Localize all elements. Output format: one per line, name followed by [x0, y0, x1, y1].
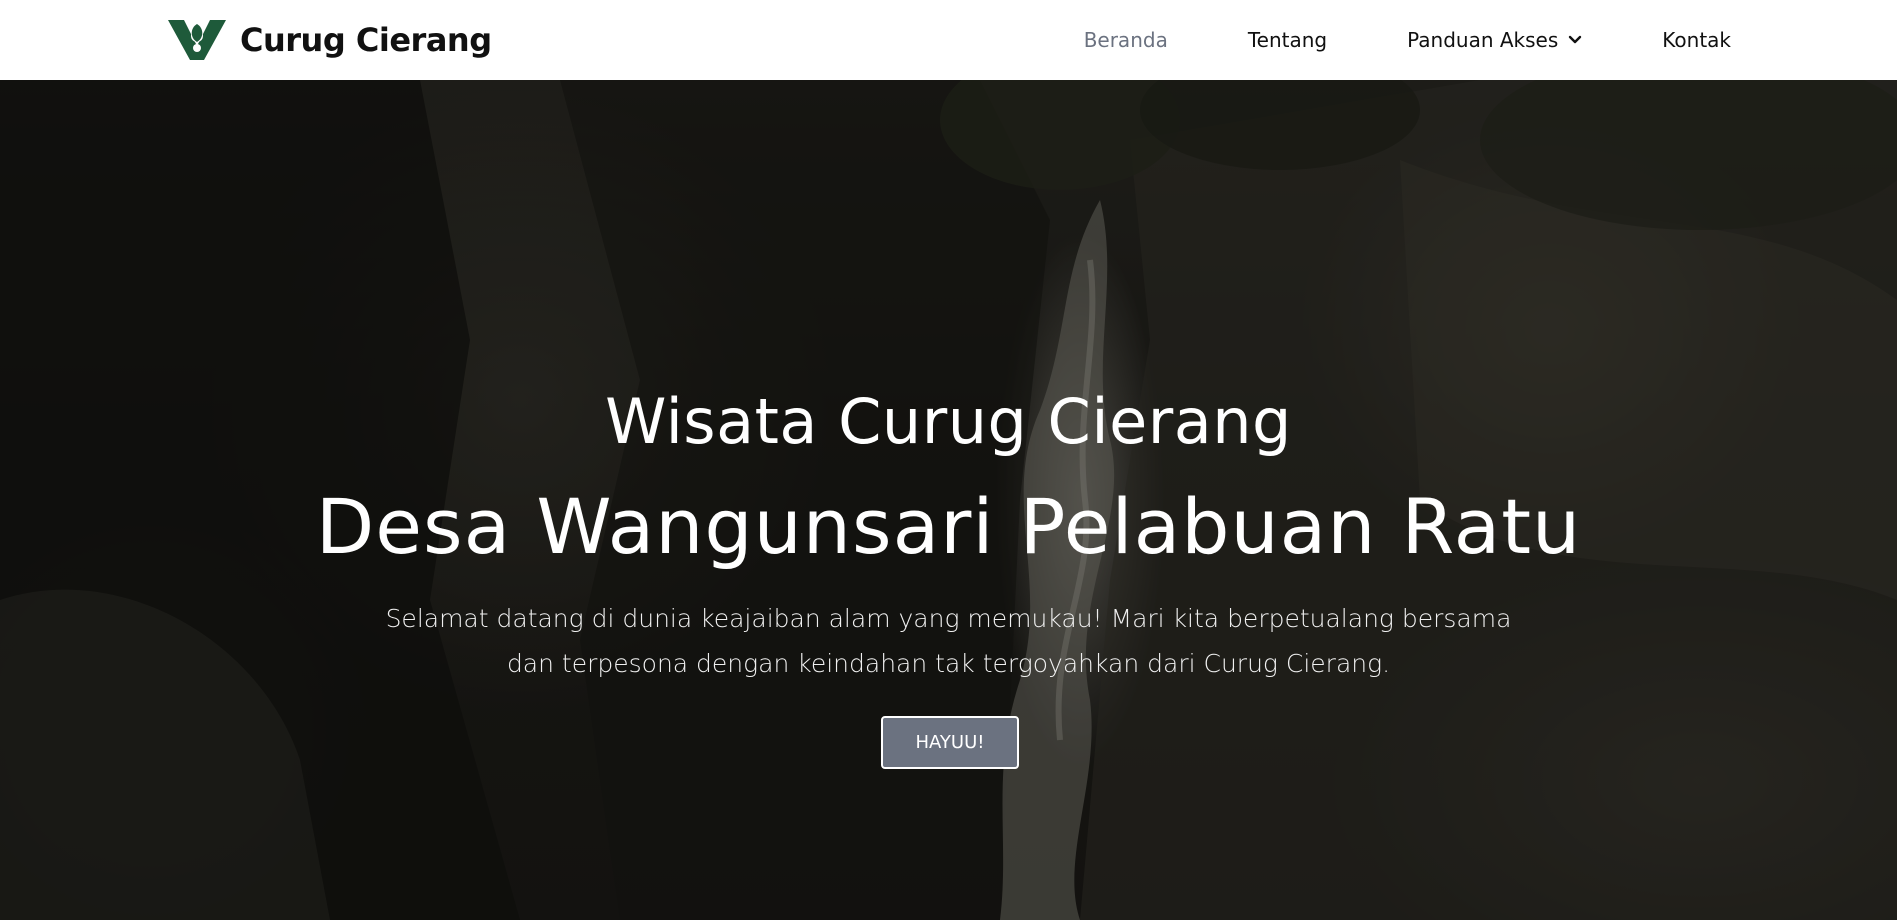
hero-section: Wisata Curug Cierang Desa Wangunsari Pel… [0, 80, 1897, 920]
nav-item-panduan-akses: Panduan Akses [1407, 28, 1582, 52]
nav-link-tentang[interactable]: Tentang [1248, 28, 1327, 52]
nav-item-tentang: Tentang [1248, 28, 1327, 52]
hero-title: Desa Wangunsari Pelabuan Ratu [315, 482, 1582, 571]
nav-menu: Beranda Tentang Panduan Akses Kontak [1084, 0, 1731, 80]
nav-item-kontak: Kontak [1662, 28, 1731, 52]
nav-link-kontak[interactable]: Kontak [1662, 28, 1731, 52]
hero-subtitle: Wisata Curug Cierang [605, 385, 1292, 458]
nav-link-beranda[interactable]: Beranda [1084, 28, 1168, 52]
nav-link-panduan-akses-label: Panduan Akses [1407, 28, 1559, 52]
hayuu-button[interactable]: HAYUU! [881, 716, 1019, 769]
brand-link[interactable]: Curug Cierang [168, 18, 492, 62]
chevron-down-icon [1569, 35, 1582, 44]
hero-description: Selamat datang di dunia keajaiban alam y… [385, 604, 1512, 678]
navbar: Curug Cierang Beranda Tentang Panduan Ak… [0, 0, 1897, 80]
nav-item-beranda: Beranda [1084, 28, 1168, 52]
nav-link-panduan-akses[interactable]: Panduan Akses [1407, 28, 1582, 52]
hero-content: Wisata Curug Cierang Desa Wangunsari Pel… [0, 80, 1897, 920]
brand-name: Curug Cierang [240, 21, 492, 59]
w-leaf-logo-icon [168, 20, 226, 60]
